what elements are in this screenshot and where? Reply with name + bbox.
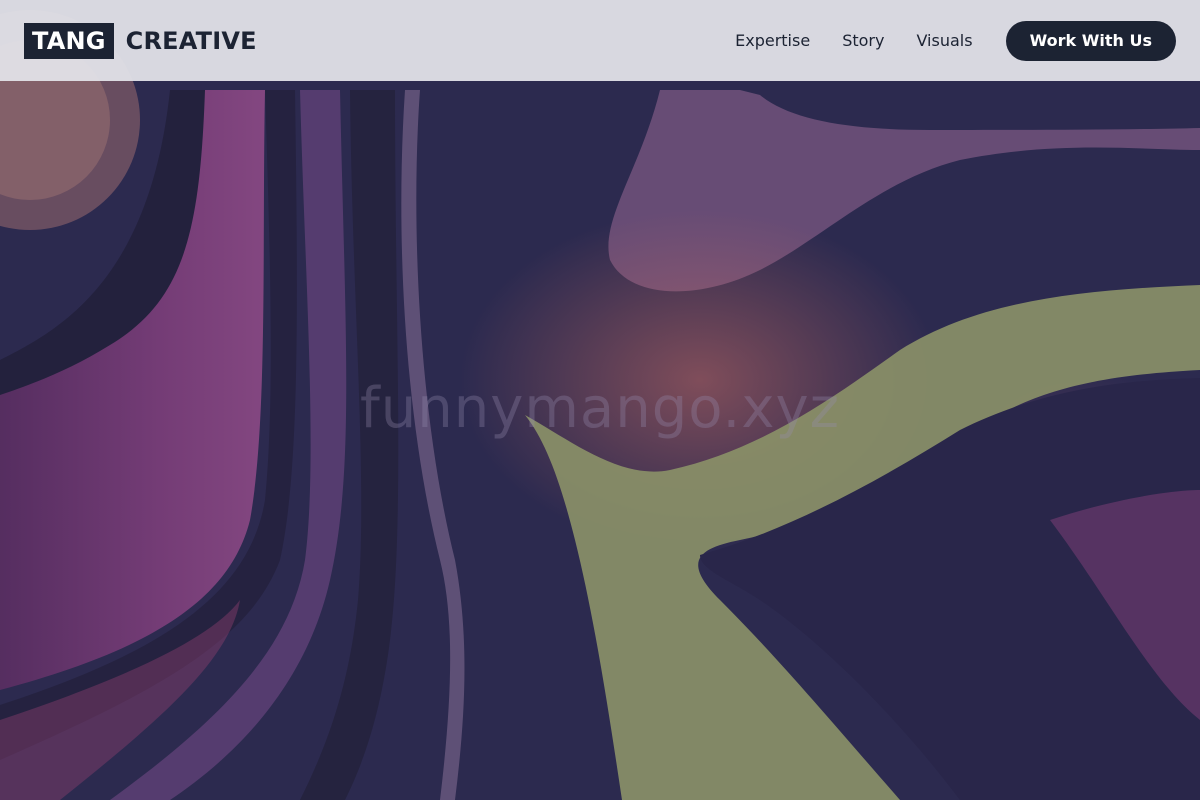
abstract-flow-art [0,0,1200,800]
logo-wordmark: CREATIVE [125,26,257,55]
landing-page: funnymango.xyz TANG CREATIVE Expertise S… [0,0,1200,800]
logo-mark: TANG [24,22,114,59]
main-nav: Expertise Story Visuals Work With Us [735,20,1176,61]
work-with-us-button[interactable]: Work With Us [1005,20,1176,61]
brand-logo[interactable]: TANG CREATIVE [24,22,257,59]
site-header: TANG CREATIVE Expertise Story Visuals Wo… [0,0,1200,81]
nav-link-expertise[interactable]: Expertise [735,31,810,50]
nav-link-visuals[interactable]: Visuals [916,31,972,50]
nav-link-story[interactable]: Story [842,31,884,50]
hero-artwork: funnymango.xyz [0,0,1200,800]
